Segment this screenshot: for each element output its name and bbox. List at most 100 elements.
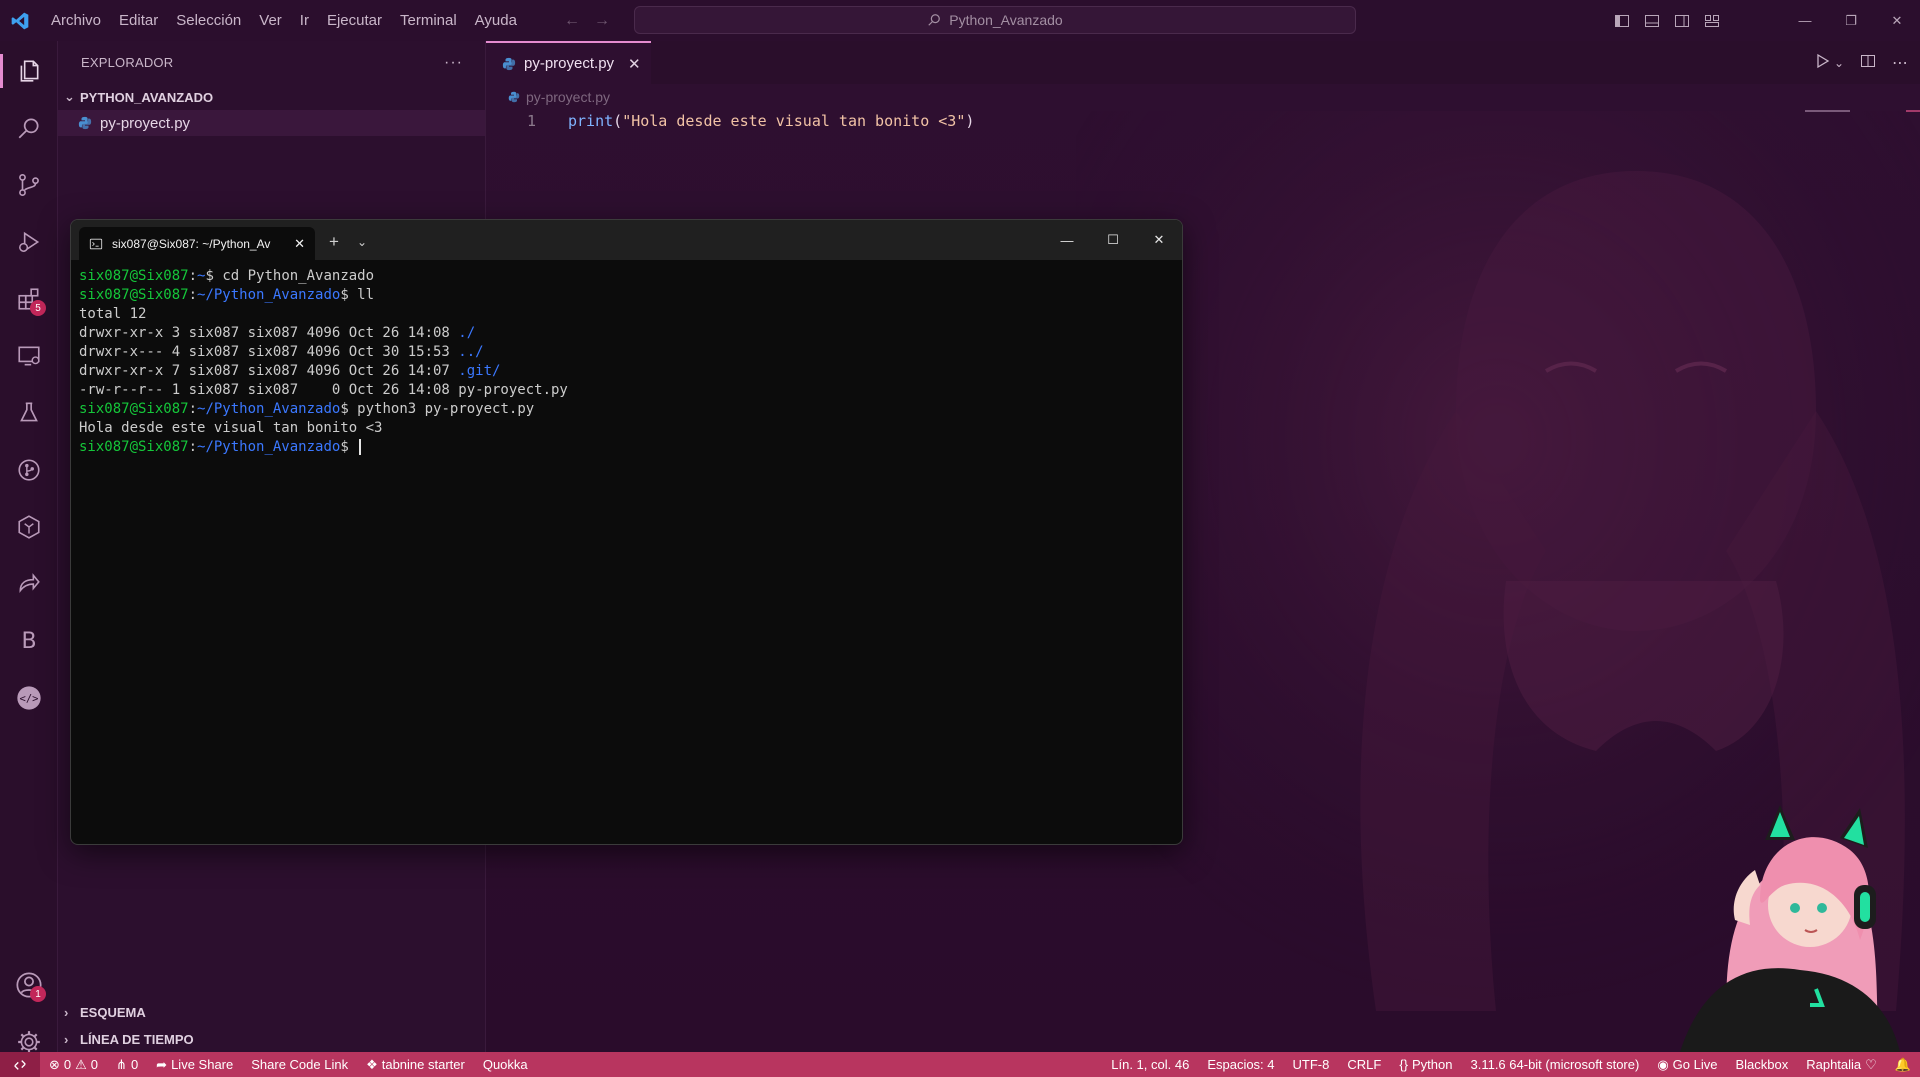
live-share-icon[interactable]	[0, 559, 58, 609]
terminal-dir-name: ./	[458, 325, 476, 341]
layout-controls	[1614, 0, 1720, 41]
python-file-icon	[508, 91, 520, 103]
scrollbar[interactable]	[1906, 110, 1920, 112]
terminal-output[interactable]: six087@Six087:~$ cd Python_Avanzado six08…	[71, 260, 1182, 464]
more-actions-icon[interactable]: ⋯	[1892, 53, 1908, 73]
prompt-user: six087@Six087	[79, 287, 189, 303]
menu-ver[interactable]: Ver	[250, 12, 291, 29]
terminal-maximize-icon[interactable]: ☐	[1090, 220, 1136, 260]
terminal-tab-close-icon[interactable]: ✕	[294, 236, 305, 252]
python-file-icon	[502, 57, 516, 70]
accounts-icon[interactable]: 1	[0, 960, 58, 1010]
terminal-minimize-icon[interactable]: —	[1044, 220, 1090, 260]
tab-py-proyect[interactable]: py-proyect.py ✕	[486, 41, 651, 84]
source-control-icon[interactable]	[0, 160, 58, 210]
toggle-panel-icon[interactable]	[1644, 13, 1660, 29]
live-share-button[interactable]: ➦ Live Share	[147, 1057, 242, 1073]
blackbox-button[interactable]: Blackbox	[1726, 1057, 1797, 1072]
prompt-dollar: $	[205, 268, 223, 284]
navigation-arrows: ← →	[564, 12, 610, 30]
terminal-window[interactable]: six087@Six087: ~/Python_Av ✕ + ⌄ — ☐ ✕ s…	[70, 219, 1183, 845]
quokka-button[interactable]: Quokka	[474, 1057, 537, 1072]
prompt-dollar: $	[340, 439, 358, 455]
run-debug-icon[interactable]	[0, 217, 58, 267]
more-actions-icon[interactable]: ···	[444, 54, 463, 72]
menu-editar[interactable]: Editar	[110, 12, 167, 29]
run-python-file-icon[interactable]	[1814, 53, 1830, 72]
terminal-line: total 12	[79, 305, 1174, 324]
braces-icon: {}	[1399, 1057, 1408, 1072]
prompt-user: six087@Six087	[79, 268, 189, 284]
menu-ejecutar[interactable]: Ejecutar	[318, 12, 391, 29]
remote-indicator-icon[interactable]	[0, 1052, 40, 1077]
split-editor-icon[interactable]	[1860, 53, 1876, 72]
search-label: Python_Avanzado	[949, 12, 1063, 28]
search-view-icon[interactable]	[0, 103, 58, 153]
extensions-badge: 5	[30, 300, 46, 316]
prompt-user: six087@Six087	[79, 401, 189, 417]
restore-icon[interactable]: ❐	[1828, 0, 1874, 41]
menu-seleccion[interactable]: Selección	[167, 12, 250, 29]
toggle-primary-sidebar-icon[interactable]	[1614, 13, 1630, 29]
language-mode[interactable]: {} Python	[1390, 1057, 1461, 1072]
share-code-link-button[interactable]: Share Code Link	[242, 1057, 357, 1072]
codegpt-icon[interactable]: </>	[0, 673, 58, 723]
notifications-bell-icon[interactable]: 🔔	[1886, 1057, 1920, 1073]
timeline-section[interactable]: › LÍNEA DE TIEMPO	[58, 1026, 486, 1052]
theme-indicator[interactable]: Raphtalia ♡	[1797, 1057, 1886, 1073]
indentation-label: Espacios: 4	[1207, 1057, 1275, 1072]
cursor-position[interactable]: Lín. 1, col. 46	[1102, 1057, 1198, 1072]
code-line-1[interactable]: 1 print("Hola desde este visual tan boni…	[486, 110, 974, 132]
ports-indicator[interactable]: ⋔ 0	[107, 1057, 147, 1073]
tabnine-button[interactable]: ❖ tabnine starter	[357, 1057, 474, 1073]
chevron-down-icon[interactable]: ⌄	[357, 235, 367, 249]
minimap-indicator[interactable]	[1805, 110, 1850, 112]
broadcast-icon: ◉	[1657, 1056, 1669, 1072]
remote-explorer-icon[interactable]	[0, 331, 58, 381]
folder-python-avanzado[interactable]: ⌄ PYTHON_AVANZADO	[58, 84, 485, 110]
terminal-tab[interactable]: six087@Six087: ~/Python_Av ✕	[79, 227, 315, 260]
customize-layout-icon[interactable]	[1704, 13, 1720, 29]
share-code-link-label: Share Code Link	[251, 1057, 349, 1072]
git-graph-icon[interactable]	[0, 445, 58, 495]
menu-terminal[interactable]: Terminal	[391, 12, 466, 29]
terminal-tab-actions: + ⌄	[329, 228, 367, 256]
blackbox-icon[interactable]: B	[0, 616, 58, 666]
menu-archivo[interactable]: Archivo	[42, 12, 110, 29]
terminal-output-text: total 12	[79, 306, 147, 322]
testing-icon[interactable]	[0, 388, 58, 438]
python-interpreter[interactable]: 3.11.6 64-bit (microsoft store)	[1461, 1057, 1648, 1072]
encoding[interactable]: UTF-8	[1284, 1057, 1339, 1072]
back-arrow-icon[interactable]: ←	[564, 12, 580, 30]
menu-ayuda[interactable]: Ayuda	[466, 12, 526, 29]
explorer-icon[interactable]	[0, 46, 58, 96]
forward-arrow-icon[interactable]: →	[594, 12, 610, 30]
end-of-line[interactable]: CRLF	[1338, 1057, 1390, 1072]
minimize-icon[interactable]: —	[1782, 0, 1828, 41]
tab-close-icon[interactable]: ✕	[628, 55, 641, 73]
terminal-dir-name: ../	[458, 344, 484, 360]
chevron-down-icon[interactable]: ⌄	[1834, 56, 1844, 70]
indentation[interactable]: Espacios: 4	[1198, 1057, 1283, 1072]
broadcast-icon: ⋔	[116, 1056, 127, 1072]
go-live-button[interactable]: ◉ Go Live	[1648, 1057, 1726, 1073]
outline-label: ESQUEMA	[80, 1004, 146, 1020]
extensions-icon[interactable]: 5	[0, 274, 58, 324]
command-center-search[interactable]: Python_Avanzado	[634, 6, 1356, 34]
docker-icon[interactable]	[0, 502, 58, 552]
terminal-close-icon[interactable]: ✕	[1136, 220, 1182, 260]
new-tab-plus-icon[interactable]: +	[329, 232, 339, 252]
toggle-secondary-sidebar-icon[interactable]	[1674, 13, 1690, 29]
close-icon[interactable]: ✕	[1874, 0, 1920, 41]
prompt-path: ~/Python_Avanzado	[197, 401, 341, 417]
file-py-proyect[interactable]: py-proyect.py	[58, 110, 485, 136]
menu-ir[interactable]: Ir	[291, 12, 318, 29]
terminal-output-text: drwxr-x--- 4 six087 six087 4096 Oct 30 1…	[79, 344, 459, 360]
outline-section[interactable]: › ESQUEMA	[58, 999, 486, 1025]
prompt-colon: :	[188, 287, 198, 303]
breadcrumb-file[interactable]: py-proyect.py	[526, 89, 610, 105]
problems-indicator[interactable]: ⊗ 0 ⚠ 0	[40, 1057, 107, 1073]
chevron-right-icon: ›	[64, 1031, 69, 1047]
terminal-line: drwxr-xr-x 7 six087 six087 4096 Oct 26 1…	[79, 362, 1174, 381]
terminal-window-controls: — ☐ ✕	[1044, 220, 1182, 260]
